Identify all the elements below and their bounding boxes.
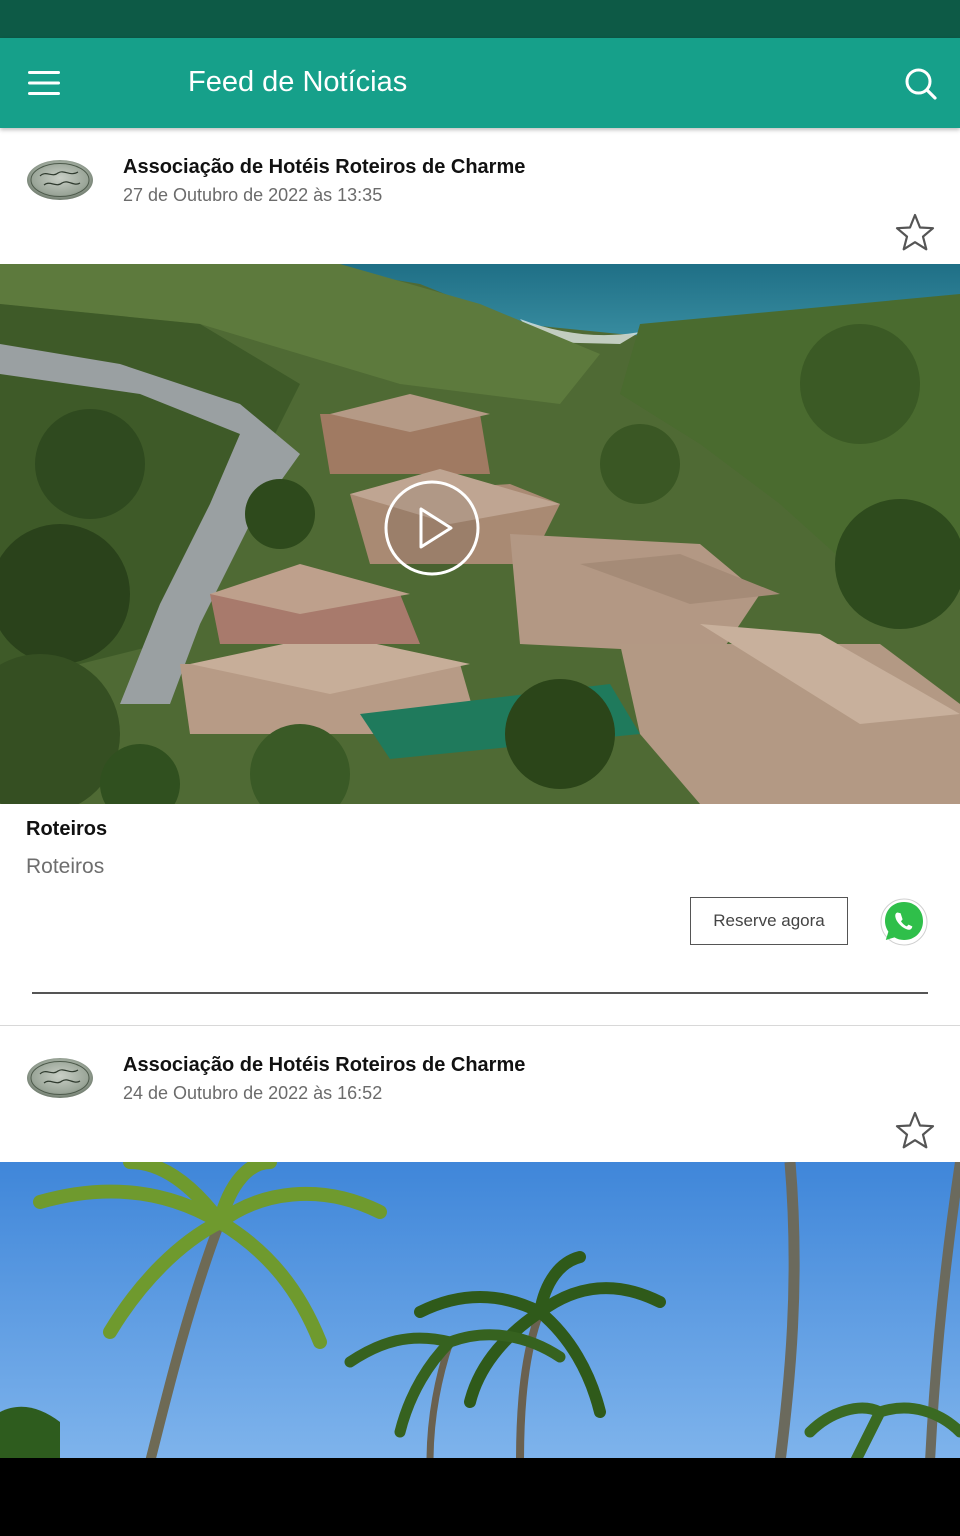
post-header: Associação de Hotéis Roteiros de Charme … [0,128,960,264]
post-title: Roteiros [26,818,108,840]
feed-post: Associação de Hotéis Roteiros de Charme … [0,1026,960,1458]
post-header: Associação de Hotéis Roteiros de Charme … [0,1026,960,1162]
news-feed[interactable]: Associação de Hotéis Roteiros de Charme … [0,128,960,1458]
hotel-logo[interactable] [26,1056,94,1100]
post-body: Roteiros Roteiros Reserve agora [0,804,960,1026]
status-bar [0,0,960,38]
favorite-button[interactable] [894,212,936,252]
play-icon [384,480,480,576]
post-video-thumbnail[interactable] [0,264,960,804]
divider [32,992,928,994]
app-bar: Feed de Notícias [0,38,960,128]
hamburger-menu-icon [28,71,60,95]
post-description: Roteiros [26,855,105,878]
whatsapp-icon [880,898,928,946]
palm-trees-image [0,1162,960,1458]
system-navigation-bar [0,1458,960,1536]
reserve-button[interactable]: Reserve agora [690,897,848,945]
whatsapp-button[interactable] [878,896,930,948]
post-image[interactable] [0,1162,960,1458]
menu-button[interactable] [20,62,68,104]
hotel-logo[interactable] [26,158,94,202]
star-outline-icon [895,1111,935,1149]
search-button[interactable] [896,60,946,108]
play-video-button[interactable] [383,479,481,577]
post-author[interactable]: Associação de Hotéis Roteiros de Charme [123,1054,525,1077]
post-timestamp: 24 de Outubro de 2022 às 16:52 [123,1083,383,1103]
post-author[interactable]: Associação de Hotéis Roteiros de Charme [123,156,525,179]
search-icon [905,68,937,100]
page-title: Feed de Notícias [188,66,408,98]
feed-post: Associação de Hotéis Roteiros de Charme … [0,128,960,1026]
favorite-button[interactable] [894,1110,936,1150]
post-timestamp: 27 de Outubro de 2022 às 13:35 [123,185,383,205]
star-outline-icon [895,213,935,251]
